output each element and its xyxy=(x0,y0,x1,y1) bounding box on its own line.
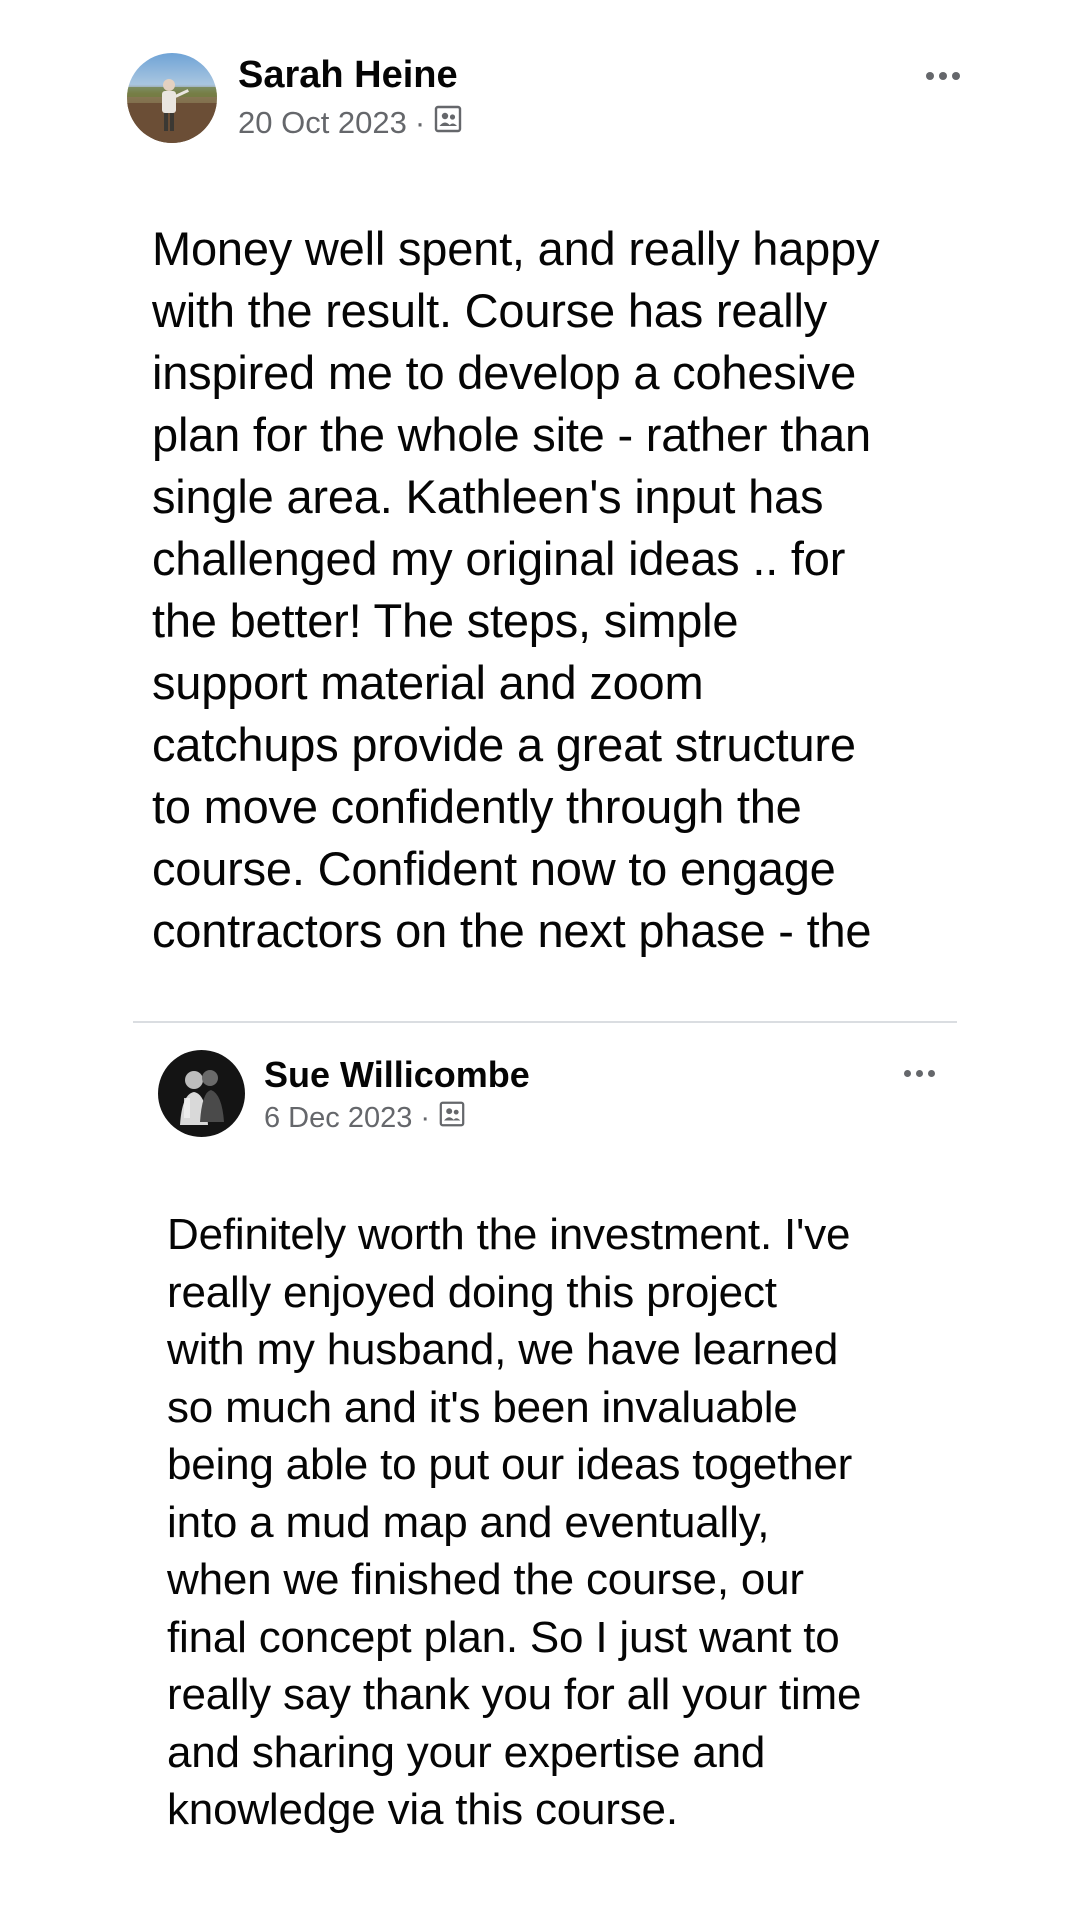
dot xyxy=(904,1070,911,1077)
post-text-line: when we finished the course, our xyxy=(167,1555,804,1604)
post-text-line: knowledge via this course. xyxy=(167,1785,678,1834)
post-text-line: Definitely worth the investment. I've xyxy=(167,1210,851,1259)
post-text-line: the better! The steps, simple xyxy=(152,594,739,647)
post-text: Money well spent, and really happy with … xyxy=(152,218,880,962)
post-text-line: to move confidently through the xyxy=(152,780,802,833)
post-text-line: challenged my original ideas .. for xyxy=(152,532,846,585)
avatar[interactable] xyxy=(158,1050,245,1137)
post-text-line: support material and zoom xyxy=(152,656,704,709)
post-text-line: contractors on the next phase - the xyxy=(152,904,872,957)
dot xyxy=(939,72,947,80)
post-sarah-heine: Sarah Heine 20 Oct 2023 · Money well spe… xyxy=(0,0,1080,1000)
post-text-line: inspired me to develop a cohesive xyxy=(152,346,857,399)
avatar-photo xyxy=(127,53,217,143)
more-options-icon[interactable] xyxy=(904,1070,935,1077)
post-text-line: so much and it's been invaluable xyxy=(167,1382,798,1432)
friends-audience-icon[interactable] xyxy=(433,104,463,142)
friends-audience-icon[interactable] xyxy=(438,1100,466,1136)
dot xyxy=(952,72,960,80)
avatar-photo xyxy=(158,1050,245,1137)
post-text-line: with my husband, we have learned xyxy=(167,1325,839,1374)
author-name[interactable]: Sue Willicombe xyxy=(264,1054,530,1096)
author-name[interactable]: Sarah Heine xyxy=(238,54,458,97)
more-options-icon[interactable] xyxy=(926,72,960,80)
post-text-line: with the result. Course has really xyxy=(152,284,827,337)
post-date[interactable]: 20 Oct 2023 xyxy=(238,105,407,141)
post-sue-willicombe: Sue Willicombe 6 Dec 2023 · Definitely w… xyxy=(0,1030,1080,1920)
dot xyxy=(928,1070,935,1077)
post-text-line: catchups provide a great structure xyxy=(152,718,856,771)
post-text-line: course. Confident now to engage xyxy=(152,842,836,895)
meta-separator: · xyxy=(420,1101,430,1134)
post-divider xyxy=(133,1021,957,1023)
post-text-line: into a mud map and eventually, xyxy=(167,1497,770,1547)
dot xyxy=(926,72,934,80)
post-text-line: final concept plan. So I just want to xyxy=(167,1612,840,1662)
post-meta: 6 Dec 2023 · xyxy=(264,1100,466,1136)
post-date[interactable]: 6 Dec 2023 xyxy=(264,1102,412,1135)
post-meta: 20 Oct 2023 · xyxy=(238,104,463,142)
post-text: Definitely worth the investment. I've re… xyxy=(167,1206,861,1839)
post-text-line: being able to put our ideas together xyxy=(167,1440,853,1489)
post-text-line: and sharing your expertise and xyxy=(167,1727,766,1777)
avatar[interactable] xyxy=(127,53,217,143)
meta-separator: · xyxy=(414,105,426,140)
post-text-line: single area. Kathleen's input has xyxy=(152,470,824,523)
post-text-line: Money well spent, and really happy xyxy=(152,222,880,275)
dot xyxy=(916,1070,923,1077)
post-text-line: really enjoyed doing this project xyxy=(167,1267,777,1317)
post-text-line: plan for the whole site - rather than xyxy=(152,408,871,461)
post-text-line: really say thank you for all your time xyxy=(167,1670,862,1719)
